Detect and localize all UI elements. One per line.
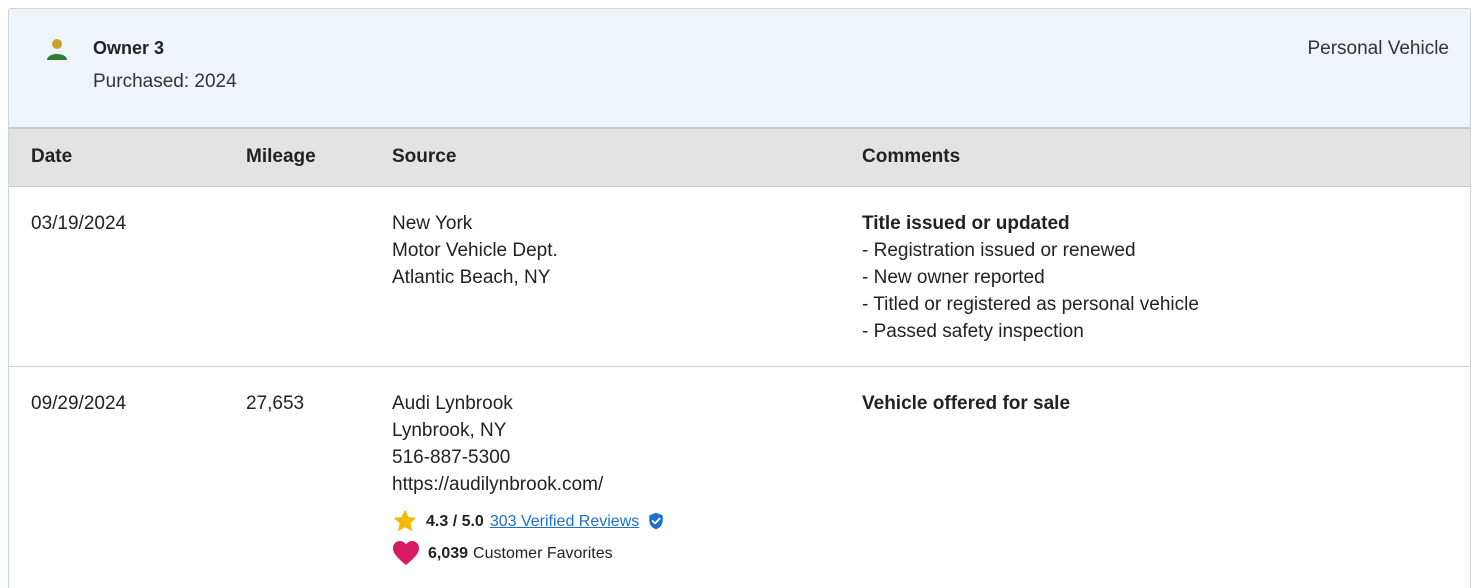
verified-shield-icon [649, 512, 663, 530]
owner-header: Owner 3 Purchased: 2024 Personal Vehicle [9, 9, 1470, 129]
rating-value: 4.3 / 5.0 [426, 512, 484, 530]
comment-item: Registration issued or renewed [862, 237, 1199, 264]
table-row: 03/19/2024 New York Motor Vehicle Dept. … [9, 187, 1470, 367]
dealer-name: Audi Lynbrook [392, 393, 513, 414]
row-mileage: 27,653 [246, 393, 305, 414]
header-mileage: Mileage [246, 146, 316, 167]
header-comments: Comments [862, 146, 961, 167]
comment-item: Titled or registered as personal vehicle [862, 291, 1199, 318]
row-source: Audi Lynbrook Lynbrook, NY 516-887-5300 … [392, 390, 665, 566]
source-line: Atlantic Beach, NY [392, 267, 551, 288]
verified-reviews-link[interactable]: 303 Verified Reviews [490, 508, 639, 535]
header-date: Date [31, 146, 73, 167]
person-icon [47, 39, 67, 60]
row-comments: Vehicle offered for sale [862, 390, 1070, 417]
dealer-phone[interactable]: 516-887-5300 [392, 444, 665, 471]
table-header: Date Mileage Source Comments [9, 129, 1470, 187]
owner-name: Owner 3 [93, 38, 165, 58]
row-date: 09/29/2024 [31, 393, 127, 414]
owner-vehicle-type: Personal Vehicle [1307, 38, 1449, 59]
table-row: 09/29/2024 27,653 Audi Lynbrook Lynbrook… [9, 367, 1470, 588]
customer-favorites: 6,039 Customer Favorites [392, 540, 665, 566]
heart-icon [393, 541, 419, 565]
dealer-rating: 4.3 / 5.0 303 Verified Reviews [392, 508, 665, 534]
source-line: Motor Vehicle Dept. [392, 240, 558, 261]
comment-item: New owner reported [862, 264, 1199, 291]
owner-history-card: Owner 3 Purchased: 2024 Personal Vehicle… [8, 8, 1471, 588]
source-line: New York [392, 213, 473, 234]
favorites-count: 6,039 [428, 544, 469, 562]
row-comments: Title issued or updated Registration iss… [862, 210, 1199, 345]
dealer-website[interactable]: https://audilynbrook.com/ [392, 471, 665, 498]
owner-purchased: Purchased: 2024 [93, 71, 237, 92]
header-source: Source [392, 146, 457, 167]
comment-title: Vehicle offered for sale [862, 393, 1071, 414]
row-source: New York Motor Vehicle Dept. Atlantic Be… [392, 210, 558, 291]
row-date: 03/19/2024 [31, 213, 127, 234]
comment-title: Title issued or updated [862, 213, 1070, 234]
dealer-location: Lynbrook, NY [392, 420, 507, 441]
favorites-label: Customer Favorites [473, 544, 613, 562]
comment-item: Passed safety inspection [862, 318, 1199, 345]
star-icon [393, 509, 417, 532]
